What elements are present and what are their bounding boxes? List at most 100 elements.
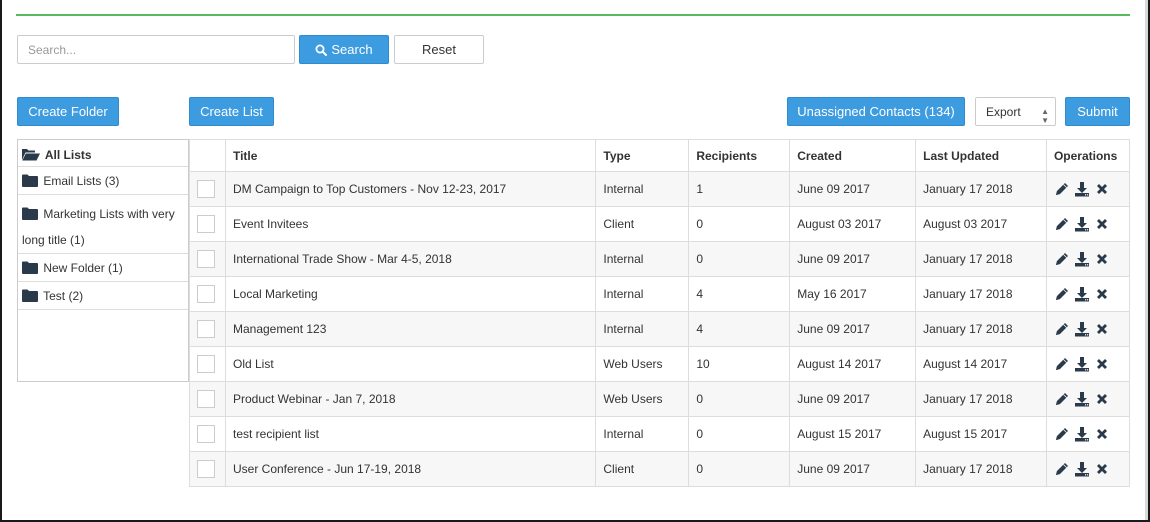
- created-cell: June 09 2017: [789, 311, 917, 347]
- created-cell: August 14 2017: [789, 346, 917, 382]
- delete-icon[interactable]: [1094, 251, 1110, 267]
- download-icon[interactable]: [1074, 216, 1090, 232]
- download-icon[interactable]: [1074, 251, 1090, 267]
- download-icon[interactable]: [1074, 391, 1090, 407]
- folder-item-marketing-lists[interactable]: Marketing Lists with very long title (1): [18, 195, 188, 254]
- recipients-cell: 4: [688, 311, 791, 347]
- title-cell[interactable]: Event Invitees: [224, 206, 597, 242]
- column-header-created[interactable]: Created: [789, 139, 917, 172]
- delete-icon[interactable]: [1094, 216, 1110, 232]
- delete-icon[interactable]: [1094, 356, 1110, 372]
- title-cell[interactable]: Local Marketing: [224, 276, 597, 312]
- pencil-icon[interactable]: [1054, 181, 1070, 197]
- search-button[interactable]: Search: [299, 35, 389, 64]
- title-cell[interactable]: International Trade Show - Mar 4-5, 2018: [224, 241, 597, 277]
- last-updated-cell: January 17 2018: [915, 276, 1047, 312]
- search-input[interactable]: [17, 35, 295, 64]
- table-row: Local Marketing Internal 4 May 16 2017 Janua…: [189, 276, 1131, 312]
- title-cell[interactable]: Product Webinar - Jan 7, 2018: [224, 381, 597, 417]
- row-checkbox[interactable]: [197, 355, 215, 373]
- delete-icon[interactable]: [1094, 391, 1110, 407]
- download-icon[interactable]: [1074, 356, 1090, 372]
- create-folder-button[interactable]: Create Folder: [17, 97, 119, 126]
- last-updated-cell: August 14 2017: [915, 346, 1047, 382]
- folder-open-icon: [22, 149, 40, 161]
- folder-item-all-lists[interactable]: All Lists: [18, 140, 188, 167]
- export-select-value: Export: [986, 104, 1021, 119]
- operations-cell: [1045, 416, 1131, 452]
- delete-icon[interactable]: [1094, 321, 1110, 337]
- pencil-icon[interactable]: [1054, 216, 1070, 232]
- row-checkbox[interactable]: [197, 460, 215, 478]
- row-checkbox[interactable]: [197, 390, 215, 408]
- type-cell: Client: [595, 206, 690, 242]
- type-cell: Internal: [595, 311, 690, 347]
- table-header-row: Title Type Recipients Created Last Updat…: [189, 139, 1131, 172]
- create-list-label: Create List: [200, 104, 263, 119]
- title-cell[interactable]: Old List: [224, 346, 597, 382]
- folder-label: Marketing Lists with very long title (1): [22, 207, 175, 247]
- folder-item-test[interactable]: Test (2): [18, 282, 188, 310]
- table-row: Old List Web Users 10 August 14 2017 August …: [189, 346, 1131, 382]
- table-row: DM Campaign to Top Customers - Nov 12-23…: [189, 171, 1131, 207]
- select-cell: [189, 171, 226, 207]
- column-header-operations: Operations: [1045, 139, 1131, 172]
- folder-label: Test (2): [43, 289, 84, 303]
- column-header-title[interactable]: Title: [224, 139, 597, 172]
- recipients-cell: 4: [688, 276, 791, 312]
- create-list-button[interactable]: Create List: [189, 97, 274, 126]
- pencil-icon[interactable]: [1054, 391, 1070, 407]
- row-checkbox[interactable]: [197, 250, 215, 268]
- folder-label: All Lists: [44, 148, 92, 162]
- delete-icon[interactable]: [1094, 286, 1110, 302]
- download-icon[interactable]: [1074, 286, 1090, 302]
- operations-cell: [1045, 241, 1131, 277]
- operations-cell: [1045, 346, 1131, 382]
- type-cell: Internal: [595, 171, 690, 207]
- submit-label: Submit: [1077, 104, 1118, 119]
- column-header-recipients[interactable]: Recipients: [688, 139, 791, 172]
- select-cell: [189, 206, 226, 242]
- lists-table: Title Type Recipients Created Last Updat…: [189, 139, 1131, 487]
- pencil-icon[interactable]: [1054, 356, 1070, 372]
- delete-icon[interactable]: [1094, 181, 1110, 197]
- row-checkbox[interactable]: [197, 215, 215, 233]
- export-select[interactable]: Export ▲ ▼: [975, 97, 1056, 126]
- column-header-type[interactable]: Type: [595, 139, 690, 172]
- pencil-icon[interactable]: [1054, 286, 1070, 302]
- title-cell[interactable]: test recipient list: [224, 416, 597, 452]
- recipients-cell: 0: [688, 206, 791, 242]
- pencil-icon[interactable]: [1054, 321, 1070, 337]
- column-header-last-updated[interactable]: Last Updated: [915, 139, 1047, 172]
- last-updated-cell: January 17 2018: [915, 241, 1047, 277]
- submit-button[interactable]: Submit: [1065, 97, 1130, 126]
- select-cell: [189, 381, 226, 417]
- title-cell[interactable]: Management 123: [224, 311, 597, 347]
- table-row: Product Webinar - Jan 7, 2018 Web Users 0 J…: [189, 381, 1131, 417]
- download-icon[interactable]: [1074, 426, 1090, 442]
- download-icon[interactable]: [1074, 181, 1090, 197]
- row-checkbox[interactable]: [197, 285, 215, 303]
- title-cell[interactable]: User Conference - Jun 17-19, 2018: [224, 451, 597, 487]
- download-icon[interactable]: [1074, 461, 1090, 477]
- delete-icon[interactable]: [1094, 461, 1110, 477]
- select-cell: [189, 241, 226, 277]
- last-updated-cell: January 17 2018: [915, 171, 1047, 207]
- unassigned-contacts-label: Unassigned Contacts (134): [797, 104, 955, 119]
- folder-item-email-lists[interactable]: Email Lists (3): [18, 167, 188, 195]
- pencil-icon[interactable]: [1054, 251, 1070, 267]
- folder-item-new-folder[interactable]: New Folder (1): [18, 254, 188, 282]
- row-checkbox[interactable]: [197, 425, 215, 443]
- delete-icon[interactable]: [1094, 426, 1110, 442]
- row-checkbox[interactable]: [197, 180, 215, 198]
- download-icon[interactable]: [1074, 321, 1090, 337]
- title-cell[interactable]: DM Campaign to Top Customers - Nov 12-23…: [224, 171, 597, 207]
- reset-button[interactable]: Reset: [394, 35, 484, 64]
- search-button-label: Search: [331, 42, 373, 57]
- pencil-icon[interactable]: [1054, 426, 1070, 442]
- pencil-icon[interactable]: [1054, 461, 1070, 477]
- type-cell: Client: [595, 451, 690, 487]
- unassigned-contacts-button[interactable]: Unassigned Contacts (134): [787, 97, 965, 126]
- row-checkbox[interactable]: [197, 320, 215, 338]
- created-cell: August 03 2017: [789, 206, 917, 242]
